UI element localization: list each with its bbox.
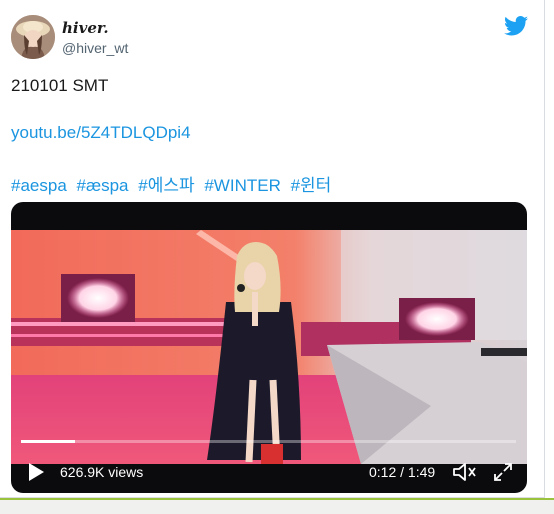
video-frame[interactable] [11, 230, 527, 464]
tweet-date-line: 210101 SMT [11, 76, 109, 95]
view-count: 626.9K views [60, 464, 144, 480]
user-handle[interactable]: @hiver_wt [62, 40, 128, 56]
tweet-card: hiver. @hiver_wt 210101 SMT youtu.be/5Z4… [0, 0, 545, 498]
video-player[interactable]: 626.9K views 0:12 / 1:49 [11, 202, 527, 493]
progress-fill [21, 440, 76, 443]
video-time: 0:12 / 1:49 [369, 464, 436, 480]
video-controls: 626.9K views 0:12 / 1:49 [11, 457, 527, 487]
display-name[interactable]: hiver. [62, 19, 109, 37]
video-link[interactable]: youtu.be/5Z4TDLQDpi4 [11, 123, 191, 143]
play-icon[interactable] [25, 461, 47, 483]
hashtag[interactable]: #aespa [11, 176, 67, 195]
accent-divider [0, 498, 554, 500]
avatar[interactable] [11, 15, 55, 59]
fullscreen-icon[interactable] [493, 462, 513, 482]
hashtag[interactable]: #æspa [77, 176, 129, 195]
page-footer-strip [0, 498, 554, 514]
progress-bar[interactable] [21, 440, 516, 443]
hashtag-line: #aespa #æspa #에스파 #WINTER #윈터 [11, 171, 336, 196]
hashtag[interactable]: #에스파 [138, 176, 194, 195]
twitter-bird-icon[interactable] [504, 16, 528, 36]
hashtag[interactable]: #WINTER [204, 176, 281, 195]
volume-icon[interactable] [452, 461, 478, 483]
hashtag[interactable]: #윈터 [291, 176, 332, 195]
avatar-image [11, 15, 55, 59]
